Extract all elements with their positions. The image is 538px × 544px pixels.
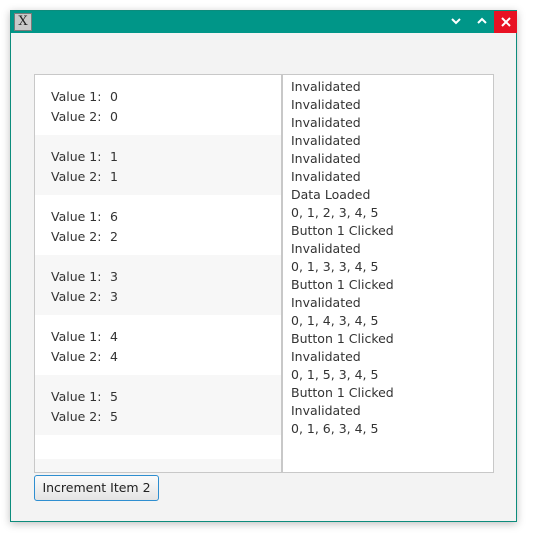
value2-label: Value 2: — [51, 349, 102, 364]
title-bar[interactable]: X — [11, 11, 517, 33]
log-line: Invalidated — [291, 349, 361, 364]
value1-label: Value 1: — [51, 269, 102, 284]
log-line: 0, 1, 3, 3, 4, 5 — [291, 259, 379, 274]
value1: 1 — [110, 149, 118, 164]
empty-list-row — [35, 459, 281, 472]
items-list[interactable]: Value 1: 0 Value 2: 0 Value 1: 1 Value 2: 1 … — [34, 74, 282, 473]
list-item[interactable]: Value 1: 4 Value 2: 4 — [35, 315, 281, 375]
value2: 2 — [110, 229, 118, 244]
log-line: Button 1 Clicked — [291, 223, 394, 238]
log-line: Invalidated — [291, 169, 361, 184]
value1: 5 — [110, 389, 118, 404]
empty-list-row — [35, 435, 281, 459]
value1-label: Value 1: — [51, 149, 102, 164]
value1: 4 — [110, 329, 118, 344]
value1: 6 — [110, 209, 118, 224]
value2: 3 — [110, 289, 118, 304]
list-item[interactable]: Value 1: 5 Value 2: 5 — [35, 375, 281, 435]
chevron-down-icon — [451, 18, 461, 25]
log-line: Button 1 Clicked — [291, 277, 394, 292]
log-line: Invalidated — [291, 97, 361, 112]
value2-label: Value 2: — [51, 169, 102, 184]
log-line: Invalidated — [291, 133, 361, 148]
value1-label: Value 1: — [51, 389, 102, 404]
value2: 4 — [110, 349, 118, 364]
value1: 0 — [110, 89, 118, 104]
log-line: Invalidated — [291, 79, 361, 94]
value1-label: Value 1: — [51, 89, 102, 104]
list-item[interactable]: Value 1: 3 Value 2: 3 — [35, 255, 281, 315]
log-line: 0, 1, 6, 3, 4, 5 — [291, 421, 379, 436]
maximize-button[interactable] — [470, 11, 494, 33]
log-line: 0, 1, 4, 3, 4, 5 — [291, 313, 379, 328]
log-line: 0, 1, 5, 3, 4, 5 — [291, 367, 379, 382]
close-button[interactable] — [494, 11, 517, 33]
minimize-button[interactable] — [444, 11, 468, 33]
value1-label: Value 1: — [51, 209, 102, 224]
log-line: Invalidated — [291, 115, 361, 130]
increment-item-2-button[interactable]: Increment Item 2 — [34, 475, 159, 501]
log-line: Invalidated — [291, 403, 361, 418]
close-icon — [500, 17, 511, 27]
event-log[interactable]: Invalidated Invalidated Invalidated Inva… — [282, 74, 494, 473]
list-item[interactable]: Value 1: 6 Value 2: 2 — [35, 195, 281, 255]
log-line: Invalidated — [291, 151, 361, 166]
value2-label: Value 2: — [51, 289, 102, 304]
log-line: Button 1 Clicked — [291, 331, 394, 346]
log-line: Invalidated — [291, 241, 361, 256]
chevron-up-icon — [477, 17, 487, 24]
value2: 1 — [110, 169, 118, 184]
log-line: 0, 1, 2, 3, 4, 5 — [291, 205, 379, 220]
log-line: Button 1 Clicked — [291, 385, 394, 400]
value1: 3 — [110, 269, 118, 284]
app-window: X 1 5 2 Value 1: 0 Value 2: 0 Value 1: 1 — [10, 10, 517, 522]
log-line: Data Loaded — [291, 187, 371, 202]
value2: 0 — [110, 109, 118, 124]
value2-label: Value 2: — [51, 109, 102, 124]
value2: 5 — [110, 409, 118, 424]
app-icon[interactable]: X — [14, 13, 32, 31]
value1-label: Value 1: — [51, 329, 102, 344]
list-item[interactable]: Value 1: 1 Value 2: 1 — [35, 135, 281, 195]
value2-label: Value 2: — [51, 409, 102, 424]
list-item[interactable]: Value 1: 0 Value 2: 0 — [35, 75, 281, 135]
value2-label: Value 2: — [51, 229, 102, 244]
log-line: Invalidated — [291, 295, 361, 310]
